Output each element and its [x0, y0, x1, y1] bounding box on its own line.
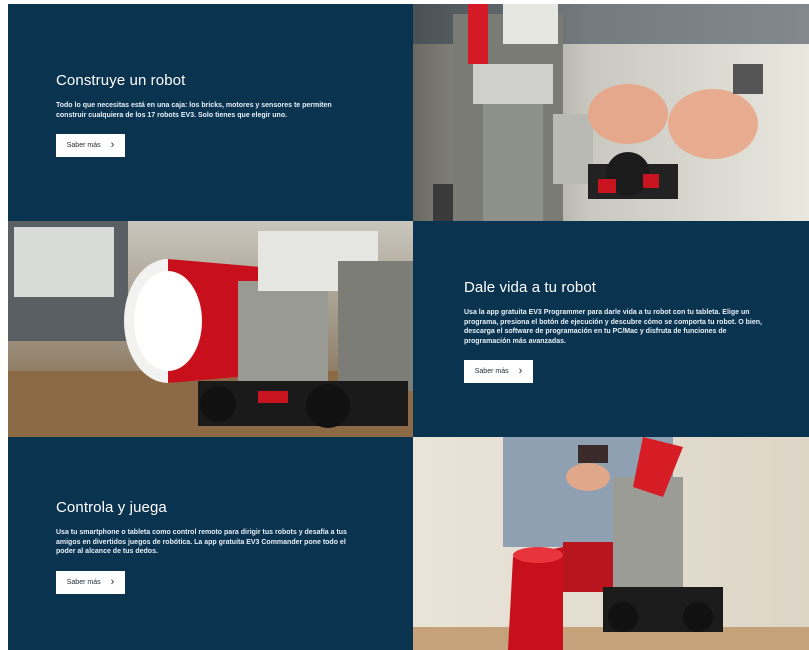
section-control-play: Controla y juega Usa tu smartphone o tab…	[8, 437, 413, 650]
photo-robot-red-cup	[8, 221, 413, 437]
chevron-right-icon: ›	[518, 365, 523, 377]
chevron-right-icon: ›	[110, 139, 115, 151]
learn-more-button[interactable]: Saber más ›	[56, 134, 125, 157]
section-bring-to-life: Dale vida a tu robot Usa la app gratuita…	[413, 221, 809, 437]
section-content: Dale vida a tu robot Usa la app gratuita…	[464, 279, 769, 383]
section-title: Dale vida a tu robot	[464, 279, 597, 296]
button-label: Saber más	[474, 368, 509, 375]
photo-remote-control-robot	[413, 437, 809, 650]
feature-grid: Construye un robot Todo lo que necesitas…	[8, 4, 809, 650]
section-description: Todo lo que necesitas está en una caja: …	[56, 102, 332, 119]
remote-control-image	[413, 437, 809, 650]
section-title: Construye un robot	[56, 72, 186, 89]
section-build-robot: Construye un robot Todo lo que necesitas…	[8, 4, 413, 221]
robot-building-image	[413, 4, 809, 221]
section-description: Usa tu smartphone o tableta como control…	[56, 529, 347, 555]
button-label: Saber más	[66, 578, 101, 586]
learn-more-button[interactable]: Saber más ›	[464, 360, 533, 383]
section-content: Controla y juega Usa tu smartphone o tab…	[56, 499, 366, 594]
section-description: Usa la app gratuita EV3 Programmer para …	[464, 309, 762, 345]
chevron-right-icon: ›	[110, 575, 115, 588]
learn-more-button[interactable]: Saber más ›	[56, 570, 125, 594]
photo-hands-building-robot	[413, 4, 809, 221]
section-content: Construye un robot Todo lo que necesitas…	[56, 72, 356, 157]
robot-cup-image	[8, 221, 413, 437]
button-label: Saber más	[66, 142, 101, 149]
section-title: Controla y juega	[56, 499, 167, 516]
